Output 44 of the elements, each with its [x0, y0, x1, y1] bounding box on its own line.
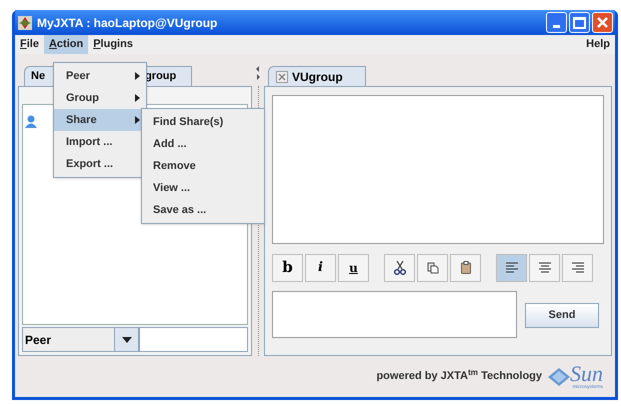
menu-item[interactable]: Add ...	[142, 133, 264, 155]
window-title: MyJXTA : haoLaptop@VUgroup	[37, 14, 218, 32]
scissors-icon	[394, 260, 406, 274]
italic-button[interactable]: i	[305, 254, 336, 282]
menu-item[interactable]: Peer	[54, 65, 146, 87]
app-icon	[17, 14, 33, 30]
underline-button[interactable]: u	[338, 254, 369, 282]
footer-text: powered by JXTA$^{tm}$ Technology	[376, 368, 542, 384]
maximize-button[interactable]	[569, 12, 590, 33]
close-icon[interactable]	[276, 70, 288, 82]
paste-button[interactable]	[450, 254, 481, 282]
align-left-icon	[506, 262, 518, 274]
logo-text: Sun	[570, 363, 603, 385]
menu-item[interactable]: Save as ...	[142, 199, 264, 221]
message-field[interactable]	[272, 291, 517, 338]
align-center-icon	[538, 262, 550, 274]
menu-item[interactable]: Remove	[142, 155, 264, 177]
close-button[interactable]	[592, 12, 613, 33]
menu-item[interactable]: View ...	[142, 177, 264, 199]
bold-button[interactable]: b	[272, 254, 303, 282]
tab[interactable]: VUgroup	[268, 66, 366, 86]
close-icon	[597, 17, 608, 28]
align-right-icon	[572, 262, 584, 274]
diamond-logo-icon	[548, 368, 570, 386]
menu-item[interactable]: Action	[44, 35, 88, 54]
menu-item[interactable]: Help	[581, 36, 615, 53]
send-button[interactable]: Send	[525, 303, 599, 328]
caret-icon	[122, 336, 132, 342]
minimize-icon	[553, 25, 560, 28]
cut-button[interactable]	[384, 254, 415, 282]
menu-item[interactable]: Group	[54, 87, 146, 109]
maximize-icon	[573, 16, 586, 28]
copy-icon	[426, 262, 438, 274]
menu-item[interactable]: Plugins	[88, 35, 138, 54]
align-right-button[interactable]	[562, 254, 593, 282]
person-icon	[25, 115, 37, 128]
search-field[interactable]	[139, 327, 248, 352]
type-dropdown[interactable]: Peer	[22, 327, 139, 352]
align-center-button[interactable]	[529, 254, 560, 282]
clipboard-icon	[460, 261, 470, 274]
copy-button[interactable]	[417, 254, 448, 282]
align-left-button[interactable]	[496, 254, 527, 282]
minimize-button[interactable]	[546, 12, 567, 33]
menu-item[interactable]: File	[15, 35, 44, 54]
